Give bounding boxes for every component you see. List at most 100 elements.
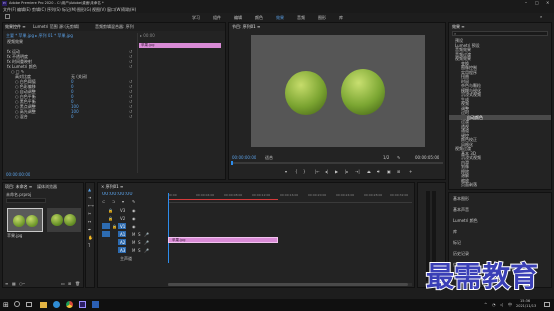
icon-view-icon[interactable]: ▦: [12, 281, 16, 286]
timeline-playhead[interactable]: [168, 193, 169, 263]
track-header-v2[interactable]: 🔒 V2 ◉: [102, 215, 166, 222]
new-bin-icon[interactable]: ▭: [61, 281, 65, 286]
menu-item-clip[interactable]: 剪辑(C): [32, 7, 46, 12]
effects-search[interactable]: ⌕: [452, 31, 548, 36]
source-patch[interactable]: [102, 231, 110, 237]
type-tool-icon[interactable]: T: [88, 243, 90, 248]
extract-icon[interactable]: ⎆: [377, 169, 380, 174]
linked-selection-icon[interactable]: ⊃: [112, 199, 115, 204]
close-button[interactable]: ✕: [546, 0, 549, 5]
tray-chevron-icon[interactable]: ^: [484, 302, 487, 307]
file-explorer-icon[interactable]: [40, 302, 47, 308]
lift-icon[interactable]: ⏏: [367, 169, 371, 174]
menu-item-window[interactable]: 窗口(W): [107, 7, 122, 12]
compare-icon[interactable]: ⊞: [397, 169, 400, 174]
panel-essential-sound[interactable]: 基本声音: [453, 207, 469, 212]
premiere-taskbar-icon[interactable]: [79, 301, 86, 308]
new-item-icon[interactable]: ⊞: [68, 281, 71, 286]
program-timecode[interactable]: 00:00:00:00: [232, 155, 256, 160]
maximize-button[interactable]: □: [535, 0, 539, 5]
timeline-settings-icon[interactable]: ✎: [132, 199, 135, 204]
track-header-master[interactable]: 主声道: [102, 255, 166, 262]
tab-lumetri-scopes[interactable]: Lumetri 范围: [33, 24, 58, 29]
notification-icon[interactable]: [544, 302, 550, 307]
menu-item-help[interactable]: 帮助(H): [122, 7, 136, 12]
track-lock-icon[interactable]: 🔒: [108, 216, 113, 221]
media-thumbnail[interactable]: [47, 208, 81, 232]
effects-panel-title[interactable]: 效果 ≡: [452, 24, 465, 29]
panel-lumetri-color[interactable]: Lumetri 颜色: [453, 218, 478, 223]
source-clip-line[interactable]: 主要 * 苹果.jpg ▸ 序列 01 * 苹果.jpg: [6, 33, 73, 38]
word-icon[interactable]: [92, 301, 99, 308]
track-header-v1[interactable]: 🔒 V1 ◉: [102, 223, 166, 230]
timeline-scrollbar[interactable]: [168, 283, 412, 286]
menu-item-view[interactable]: 视图(V): [92, 7, 106, 12]
menu-item-marker[interactable]: 标记(M): [62, 7, 77, 12]
volume-icon[interactable]: ◁: [500, 302, 503, 307]
track-lock-icon[interactable]: 🔒: [108, 208, 113, 213]
pen-tool-icon[interactable]: ✒: [88, 227, 91, 232]
source-patch[interactable]: [102, 223, 110, 229]
media-thumbnail[interactable]: [7, 208, 43, 232]
reset-icon[interactable]: ↺: [129, 64, 132, 69]
slip-tool-icon[interactable]: ↔: [88, 219, 91, 224]
step-forward-icon[interactable]: |▸: [345, 169, 348, 174]
tree-item[interactable]: 页面剥落: [461, 182, 477, 187]
mute-button[interactable]: M: [132, 232, 135, 237]
work-area-bar[interactable]: [168, 199, 278, 200]
panel-essential-graphics[interactable]: 基本图形: [453, 196, 469, 201]
add-marker-icon[interactable]: ▾: [122, 199, 124, 204]
zoom-slider-icon[interactable]: ○─: [19, 281, 25, 286]
mic-icon[interactable]: 🎤: [144, 248, 149, 253]
timeline-clip[interactable]: 苹果.jpg: [168, 237, 278, 243]
ime-indicator[interactable]: 中: [508, 302, 512, 307]
add-button-icon[interactable]: +: [409, 169, 412, 174]
tab-audio-mixer[interactable]: 音频剪辑混合器: 序列: [95, 24, 134, 29]
playhead-marker[interactable]: [231, 161, 233, 165]
tab-source[interactable]: 源:(无剪辑): [59, 24, 79, 29]
search-icon[interactable]: ⌕: [540, 14, 542, 19]
panel-markers[interactable]: 标记: [453, 240, 461, 245]
menu-item-edit[interactable]: 编辑(E): [17, 7, 31, 12]
tab-project[interactable]: 项目: 未命名 ≡: [5, 184, 32, 189]
export-frame-icon[interactable]: ▣: [387, 169, 391, 174]
track-header-a1[interactable]: A1 M S 🎤: [102, 231, 166, 238]
workspace-assembly[interactable]: 组件: [213, 15, 221, 20]
windows-start-icon[interactable]: ⊞: [3, 301, 9, 309]
step-back-icon[interactable]: ◂|: [325, 169, 328, 174]
track-select-icon[interactable]: ⇥: [88, 195, 91, 200]
timeline-timecode[interactable]: 00:00:00:00: [102, 192, 133, 197]
wrench-icon[interactable]: ✎: [397, 155, 400, 160]
mic-icon[interactable]: 🎤: [144, 232, 149, 237]
mark-clip-icon[interactable]: }: [303, 169, 306, 174]
mark-in-icon[interactable]: ▾: [285, 169, 287, 174]
mute-button[interactable]: M: [132, 240, 135, 245]
workspace-libraries[interactable]: 库: [339, 15, 343, 20]
go-to-out-icon[interactable]: →|: [355, 169, 360, 174]
reset-icon[interactable]: ↺: [129, 114, 132, 119]
ec-clip-bar[interactable]: 苹果.jpg: [139, 43, 221, 48]
program-monitor-title[interactable]: 节目: 序列01 ≡: [232, 24, 260, 29]
trash-icon[interactable]: 🗑: [75, 281, 80, 286]
tab-effect-controls[interactable]: 效果控件 ≡: [5, 24, 26, 29]
clock-date[interactable]: 2021/11/13: [516, 304, 536, 309]
workspace-learn[interactable]: 学习: [192, 15, 200, 20]
track-eye-icon[interactable]: ◉: [132, 208, 136, 213]
track-header-a3[interactable]: A3 M S 🎤: [102, 247, 166, 254]
timeline-tab[interactable]: × 序列01 ≡: [101, 184, 123, 189]
fit-dropdown[interactable]: 适合: [265, 155, 273, 160]
search-box[interactable]: [14, 301, 20, 307]
play-icon[interactable]: ▶: [335, 169, 338, 174]
track-header-a2[interactable]: A2 M S 🎤: [102, 239, 166, 246]
workspace-color[interactable]: 颜色: [255, 15, 263, 20]
mute-button[interactable]: M: [132, 248, 135, 253]
ec-row-value[interactable]: 0: [71, 114, 74, 119]
chrome-icon[interactable]: [66, 301, 73, 308]
network-icon[interactable]: ◔: [492, 302, 496, 307]
menu-item-graphics[interactable]: 图形(G): [77, 7, 91, 12]
track-eye-icon[interactable]: ◉: [132, 224, 136, 229]
solo-button[interactable]: S: [138, 248, 141, 253]
zoom-dropdown[interactable]: 1/2: [383, 155, 389, 160]
task-view-icon[interactable]: [26, 302, 32, 307]
mark-out-icon[interactable]: {: [295, 169, 298, 174]
